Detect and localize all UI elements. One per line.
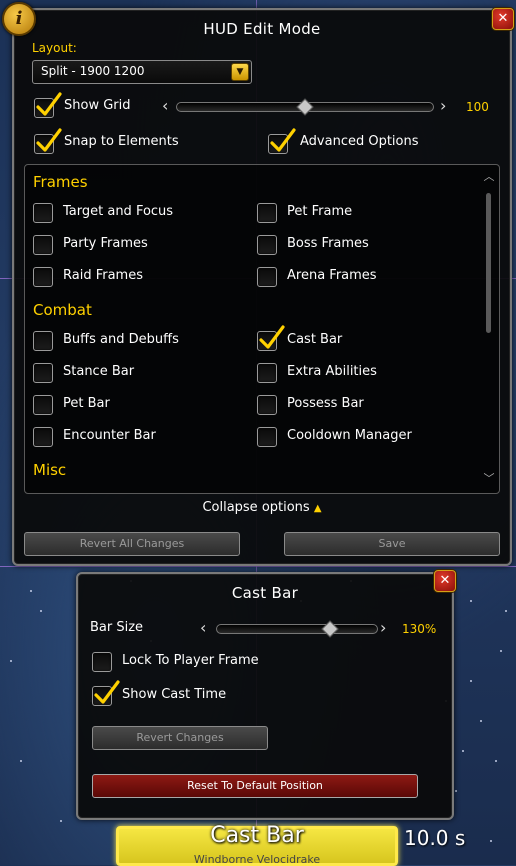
scrollbar-thumb[interactable] (486, 193, 491, 333)
checkmark-icon (270, 128, 296, 152)
system-checkbox[interactable] (33, 427, 53, 447)
hud-edit-mode-panel: HUD Edit Mode ✕ Layout: Split - 1900 120… (12, 8, 514, 566)
section-frames: Frames (33, 173, 88, 191)
star (30, 590, 32, 592)
star (60, 820, 62, 822)
cast-bar-time: 10.0 s (404, 826, 466, 850)
layout-dropdown[interactable]: Split - 1900 1200 ▼ (32, 60, 252, 84)
revert-all-changes-button[interactable]: Revert All Changes (24, 532, 240, 556)
section-combat: Combat (33, 301, 92, 319)
grid-slider-left-arrow[interactable]: ‹ (162, 98, 168, 114)
scroll-up-icon[interactable]: ︿ (483, 171, 495, 183)
system-label: Target and Focus (63, 204, 174, 219)
system-checkbox[interactable] (257, 267, 277, 287)
system-checkbox[interactable] (33, 395, 53, 415)
star (480, 720, 482, 722)
star (462, 750, 464, 752)
triangle-up-icon: ▲ (313, 503, 322, 514)
system-checkbox[interactable] (257, 203, 277, 223)
advanced-options-label: Advanced Options (300, 134, 419, 149)
advanced-options-checkbox[interactable] (268, 128, 296, 154)
bar-size-slider-thumb[interactable] (321, 620, 339, 638)
lock-to-player-frame-label: Lock To Player Frame (122, 653, 259, 668)
checkmark-icon (36, 92, 62, 116)
bar-size-slider[interactable] (216, 620, 378, 638)
info-icon[interactable]: i (2, 2, 36, 36)
list-scrollbar[interactable]: ︿ ﹀ (483, 171, 495, 485)
system-label: Pet Bar (63, 396, 110, 411)
revert-changes-button[interactable]: Revert Changes (92, 726, 268, 750)
star (40, 610, 42, 612)
system-label: Boss Frames (287, 236, 369, 251)
checkmark-icon (259, 325, 285, 349)
close-icon[interactable]: ✕ (434, 570, 456, 592)
cast-bar-preview[interactable]: Windborne Velocidrake Cast Bar (116, 823, 398, 866)
system-checkbox[interactable] (33, 203, 53, 223)
system-checkbox[interactable] (257, 325, 285, 351)
snap-to-elements-checkbox[interactable] (34, 128, 62, 154)
system-label: Pet Frame (287, 204, 353, 219)
layout-dropdown-value: Split - 1900 1200 (41, 64, 145, 78)
system-checkbox[interactable] (33, 267, 53, 287)
checkmark-icon (36, 128, 62, 152)
system-label: Possess Bar (287, 396, 364, 411)
grid-slider-right-arrow[interactable]: › (440, 98, 446, 114)
star (495, 760, 497, 762)
panel-title: HUD Edit Mode (203, 20, 321, 38)
system-checkbox[interactable] (257, 363, 277, 383)
cast-bar-settings-panel: Cast Bar ✕ Bar Size ‹ › 130% Lock To Pla… (76, 570, 456, 820)
system-checkbox[interactable] (33, 235, 53, 255)
system-label: Party Frames (63, 236, 148, 251)
system-label: Cast Bar (287, 332, 343, 347)
system-label: Raid Frames (63, 268, 143, 283)
show-cast-time-checkbox[interactable] (92, 680, 120, 706)
system-checkbox[interactable] (33, 363, 53, 383)
system-label: Cooldown Manager (287, 428, 412, 443)
bar-size-right-arrow[interactable]: › (380, 620, 386, 636)
cast-panel-title: Cast Bar (231, 584, 299, 602)
scroll-down-icon[interactable]: ﹀ (483, 473, 495, 485)
star (20, 760, 22, 762)
star (505, 610, 507, 612)
system-label: Extra Abilities (287, 364, 377, 379)
bar-size-label: Bar Size (90, 620, 144, 635)
show-cast-time-label: Show Cast Time (122, 687, 227, 702)
save-button[interactable]: Save (284, 532, 500, 556)
system-label: Encounter Bar (63, 428, 156, 443)
bar-size-left-arrow[interactable]: ‹ (200, 620, 206, 636)
grid-size-slider[interactable] (176, 98, 434, 116)
star (470, 680, 472, 682)
grid-slider-thumb[interactable] (296, 98, 314, 116)
cast-bar-spell-name: Windborne Velocidrake (193, 853, 321, 866)
snap-to-elements-label: Snap to Elements (64, 134, 179, 149)
star (10, 660, 12, 662)
system-checkbox[interactable] (257, 427, 277, 447)
system-checkbox[interactable] (257, 395, 277, 415)
system-checkbox[interactable] (257, 235, 277, 255)
system-list[interactable]: Frames Target and Focus Pet Frame Party Fr… (24, 164, 500, 494)
layout-label: Layout: (32, 41, 77, 55)
star (470, 600, 472, 602)
cast-bar-preview-label: Cast Bar (210, 823, 304, 848)
star (490, 840, 492, 842)
system-label: Arena Frames (287, 268, 377, 283)
reset-to-default-position-button[interactable]: Reset To Default Position (92, 774, 418, 798)
grid-size-value: 100 (466, 100, 489, 114)
system-checkbox[interactable] (33, 331, 53, 351)
system-label: Stance Bar (63, 364, 135, 379)
chevron-down-icon: ▼ (231, 63, 249, 81)
lock-to-player-frame-checkbox[interactable] (92, 652, 112, 672)
section-misc: Misc (33, 461, 67, 479)
close-icon[interactable]: ✕ (492, 8, 514, 30)
checkmark-icon (94, 680, 120, 704)
grid-line (0, 566, 516, 567)
star (500, 650, 502, 652)
collapse-options-toggle[interactable]: Collapse options ▲ (14, 500, 510, 515)
collapse-options-label: Collapse options (202, 500, 310, 515)
show-grid-label: Show Grid (64, 98, 131, 113)
system-label: Buffs and Debuffs (63, 332, 179, 347)
show-grid-checkbox[interactable] (34, 92, 62, 118)
bar-size-value: 130% (402, 622, 437, 636)
star (455, 790, 457, 792)
